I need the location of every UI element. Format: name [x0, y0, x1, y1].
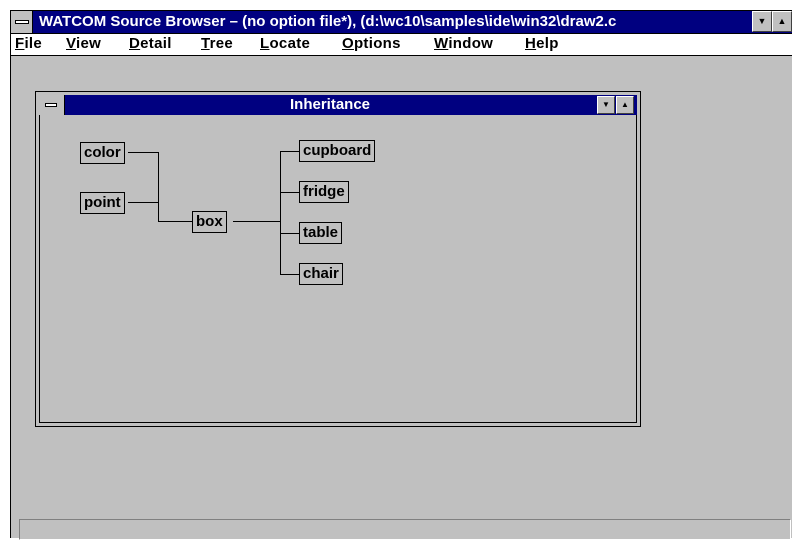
child-system-menu-icon — [45, 103, 57, 107]
menu-options[interactable]: Options — [342, 35, 401, 53]
system-menu-button[interactable] — [11, 11, 33, 33]
class-node-fridge[interactable]: fridge — [299, 181, 349, 203]
class-node-point[interactable]: point — [80, 192, 125, 214]
menu-detail[interactable]: Detail — [129, 35, 172, 53]
child-maximize-icon: ▲ — [621, 100, 629, 109]
edge-parents-vertical — [158, 152, 159, 222]
inheritance-window: Inheritance ▼ ▲ color point box cupboard… — [35, 91, 641, 427]
menu-view[interactable]: View — [66, 35, 101, 53]
edge-cupboard — [280, 151, 299, 152]
minimize-button[interactable]: ▼ — [752, 11, 772, 32]
app-window: WATCOM Source Browser – (no option file*… — [10, 10, 792, 540]
menu-window[interactable]: Window — [434, 35, 493, 53]
class-node-box[interactable]: box — [192, 211, 227, 233]
status-bar — [19, 519, 791, 540]
edge-to-box — [158, 221, 192, 222]
menu-help[interactable]: Help — [525, 35, 559, 53]
class-node-color[interactable]: color — [80, 142, 125, 164]
class-node-cupboard[interactable]: cupboard — [299, 140, 376, 162]
edge-chair — [280, 274, 299, 275]
edge-fridge — [280, 192, 299, 193]
edge-from-box — [233, 221, 280, 222]
child-maximize-button[interactable]: ▲ — [616, 96, 634, 114]
edge-color — [128, 152, 158, 153]
class-node-chair[interactable]: chair — [299, 263, 343, 285]
child-minimize-button[interactable]: ▼ — [597, 96, 615, 114]
menu-tree[interactable]: Tree — [201, 35, 233, 53]
maximize-button[interactable]: ▲ — [772, 11, 792, 32]
minimize-icon: ▼ — [757, 16, 767, 26]
menu-bar: File View Detail Tree Locate Options Win… — [11, 34, 792, 56]
menu-file[interactable]: File — [15, 35, 42, 53]
edge-table — [280, 233, 299, 234]
maximize-icon: ▲ — [777, 16, 787, 26]
system-menu-icon — [15, 20, 29, 24]
child-system-menu-button[interactable] — [39, 95, 65, 115]
edge-point — [128, 202, 158, 203]
child-minimize-icon: ▼ — [602, 100, 610, 109]
app-title: WATCOM Source Browser – (no option file*… — [39, 13, 617, 30]
edge-children-vertical — [280, 151, 281, 275]
app-title-bar[interactable]: WATCOM Source Browser – (no option file*… — [11, 11, 792, 34]
inheritance-graph: color point box cupboard fridge table ch… — [40, 116, 636, 422]
class-node-table[interactable]: table — [299, 222, 343, 244]
inheritance-title: Inheritance — [289, 96, 371, 113]
inheritance-title-bar[interactable]: Inheritance ▼ ▲ — [39, 95, 637, 115]
menu-locate[interactable]: Locate — [260, 35, 310, 53]
